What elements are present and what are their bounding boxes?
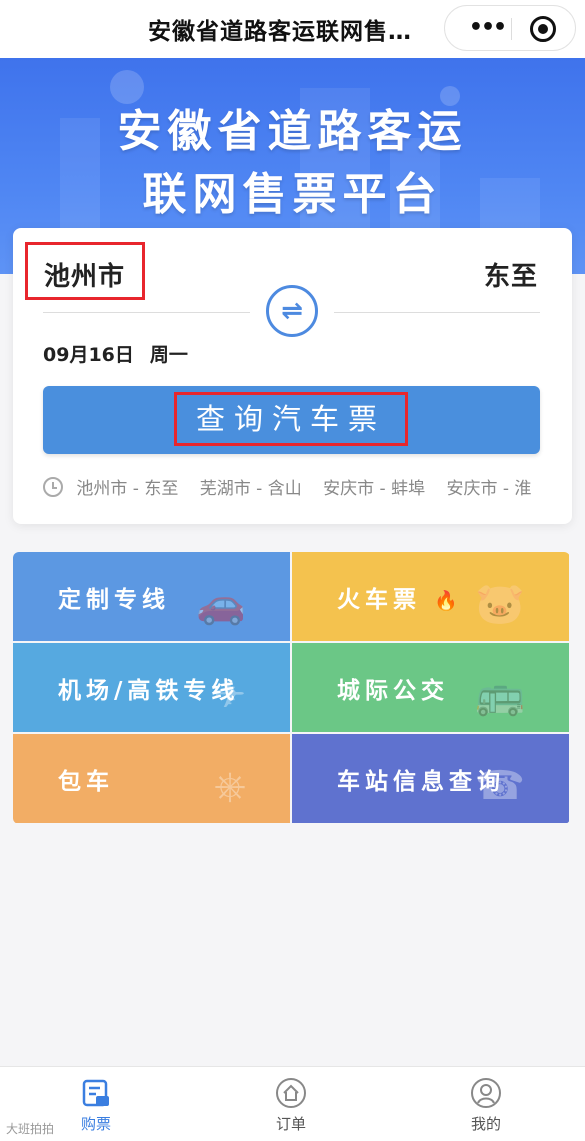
train-mascot-icon: 🐷 (475, 581, 525, 627)
swap-cities-button[interactable]: ⇌ (266, 285, 318, 337)
tab-orders[interactable]: 订单 (251, 1077, 331, 1134)
close-icon[interactable] (530, 16, 556, 42)
plane-icon: ✈ (212, 672, 246, 718)
nav-bar: 安徽省道路客运联网售… ••• (0, 0, 585, 58)
capsule-divider (511, 18, 512, 40)
tab-label: 购票 (80, 1115, 111, 1133)
history-item[interactable]: 池州市 - 东至 (76, 474, 178, 499)
service-custom-line[interactable]: 定制专线 🚗 (13, 552, 290, 641)
bus-icon: 🚌 (475, 672, 525, 718)
tab-mine[interactable]: 我的 (446, 1077, 526, 1134)
service-grid: 定制专线 🚗 火车票 🔥 🐷 机场/高铁专线 ✈ 城际公交 🚌 包车 ⎈ 车站信… (13, 552, 570, 824)
tab-bar: 购票 订单 我的 (0, 1066, 585, 1141)
mini-program-capsule: ••• (444, 5, 576, 51)
search-button-label: 查询汽车票 (174, 392, 408, 446)
banner-title-line1: 安徽省道路客运 (117, 106, 468, 157)
fire-icon: 🔥 (434, 590, 458, 612)
service-label-text: 火车票 (337, 587, 421, 613)
service-charter[interactable]: 包车 ⎈ (13, 734, 290, 823)
history-item[interactable]: 安庆市 - 蚌埠 (323, 474, 425, 499)
tab-label: 订单 (275, 1115, 306, 1133)
service-label: 火车票 🔥 (337, 580, 458, 614)
divider-left (43, 312, 250, 313)
swap-icon: ⇌ (281, 296, 303, 326)
home-icon (276, 1078, 306, 1108)
departure-date[interactable]: 09月16日 周一 (43, 340, 188, 367)
history-item[interactable]: 芜湖市 - 含山 (200, 474, 302, 499)
service-airport-rail-line[interactable]: 机场/高铁专线 ✈ (13, 643, 290, 732)
tab-buy-ticket[interactable]: 购票 (56, 1077, 136, 1134)
phone-icon: ☎ (475, 763, 525, 809)
clock-icon (43, 477, 63, 497)
tab-label: 我的 (470, 1115, 501, 1133)
weekday-value: 周一 (149, 344, 188, 366)
search-history: 池州市 - 东至 芜湖市 - 含山 安庆市 - 蚌埠 安庆市 - 淮 (43, 474, 543, 502)
service-intercity-bus[interactable]: 城际公交 🚌 (292, 643, 569, 732)
service-label: 城际公交 (337, 678, 449, 704)
ticket-search-card: 池州市 东至 ⇌ 09月16日 周一 查询汽车票 池州市 - 东至 芜湖市 - 含… (13, 228, 572, 524)
to-city[interactable]: 东至 (484, 256, 538, 293)
service-label: 包车 (58, 769, 114, 795)
history-item[interactable]: 安庆市 - 淮 (446, 474, 531, 499)
from-city[interactable]: 池州市 (25, 242, 145, 300)
nav-title: 安徽省道路客运联网售… (148, 19, 412, 45)
date-value: 09月16日 (43, 344, 134, 366)
service-station-info[interactable]: 车站信息查询 ☎ (292, 734, 569, 823)
banner-title-line2: 联网售票平台 (142, 169, 443, 220)
car-icon: 🚗 (196, 581, 246, 627)
service-label: 定制专线 (58, 587, 170, 613)
search-tickets-button[interactable]: 查询汽车票 (43, 386, 540, 454)
watermark: 大班拍拍 (6, 1122, 55, 1136)
divider-right (334, 312, 540, 313)
user-icon (471, 1078, 501, 1108)
more-icon[interactable]: ••• (465, 13, 509, 43)
service-train-ticket[interactable]: 火车票 🔥 🐷 (292, 552, 569, 641)
ticket-icon (82, 1079, 109, 1107)
steering-wheel-icon: ⎈ (214, 763, 246, 809)
